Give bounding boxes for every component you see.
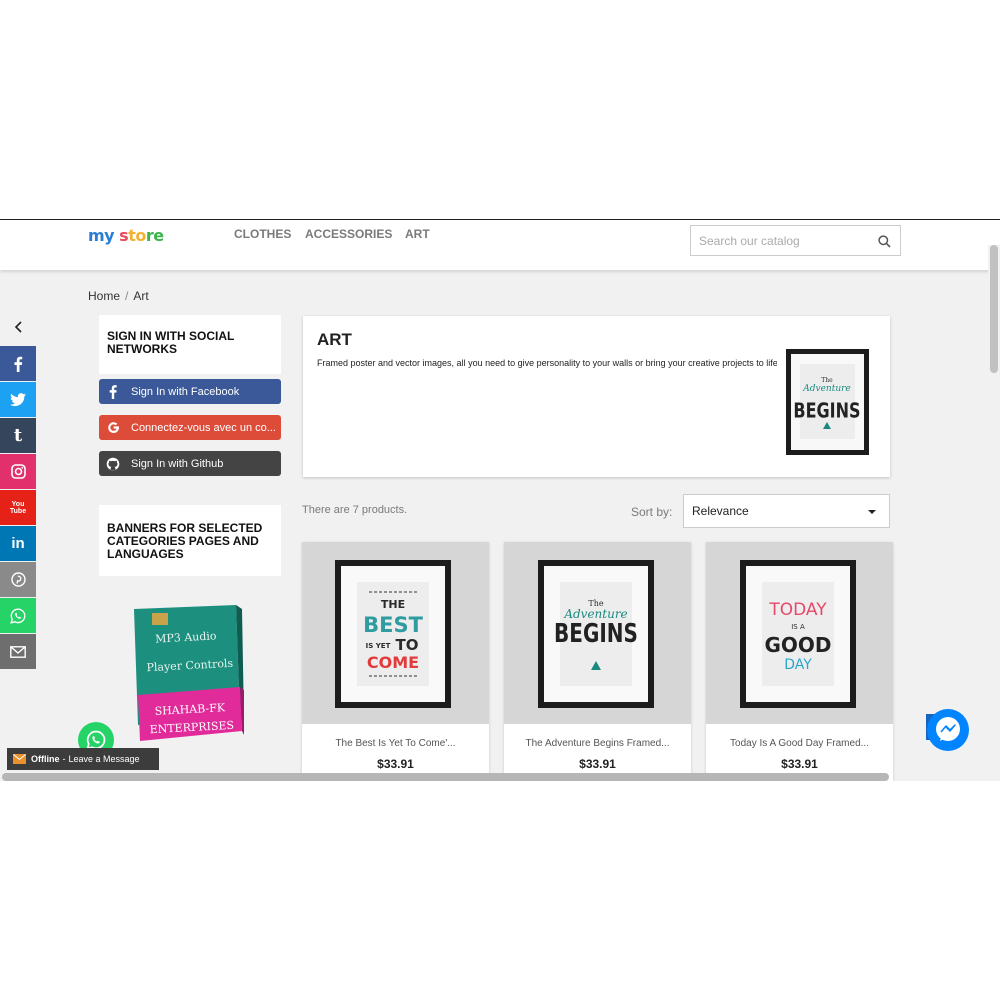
poster-small-text: The bbox=[821, 377, 833, 384]
product-name[interactable]: The Best Is Yet To Come'... bbox=[302, 738, 489, 749]
twitter-icon[interactable] bbox=[0, 382, 36, 417]
google-login-button[interactable]: Connectez-vous avec un co... bbox=[99, 415, 281, 440]
youtube-icon[interactable]: You Tube bbox=[0, 490, 36, 525]
social-login-title: SIGN IN WITH SOCIAL NETWORKS bbox=[107, 329, 235, 356]
breadcrumb-separator: / bbox=[125, 289, 129, 303]
category-image: The Adventure BEGINS bbox=[786, 349, 869, 455]
nav-accessories[interactable]: ACCESSORIES bbox=[305, 227, 392, 241]
search-box bbox=[690, 225, 901, 256]
google-login-label: Connectez-vous avec un co... bbox=[131, 421, 276, 434]
product-price: $33.91 bbox=[781, 757, 818, 771]
facebook-login-button[interactable]: Sign In with Facebook bbox=[99, 379, 281, 404]
social-share-bar: t You Tube in bbox=[0, 346, 36, 670]
breadcrumb-home[interactable]: Home bbox=[88, 289, 120, 303]
browser-viewport: my store CLOTHES ACCESSORIES ART Home / Ar… bbox=[0, 219, 1000, 781]
github-login-button[interactable]: Sign In with Github bbox=[99, 451, 281, 476]
product-name[interactable]: The Adventure Begins Framed... bbox=[504, 738, 691, 749]
poster-script-text: Adventure bbox=[802, 384, 851, 394]
site-header: my store CLOTHES ACCESSORIES ART bbox=[0, 220, 1000, 270]
envelope-icon bbox=[13, 754, 26, 764]
poster-big-text: BEGINS bbox=[554, 618, 638, 648]
poster-line-4: TO bbox=[396, 636, 419, 654]
chat-status: Offline bbox=[31, 754, 60, 764]
github-login-label: Sign In with Github bbox=[131, 457, 224, 470]
whatsapp-icon bbox=[86, 730, 106, 750]
github-icon bbox=[105, 457, 121, 471]
chat-message: Leave a Message bbox=[68, 754, 140, 764]
product-name[interactable]: Today Is A Good Day Framed... bbox=[706, 738, 893, 749]
tumblr-icon[interactable]: t bbox=[0, 418, 36, 453]
product-image[interactable]: THE BEST IS YET TO COME bbox=[302, 542, 489, 724]
whatsapp-icon[interactable] bbox=[0, 598, 36, 633]
caret-down-icon bbox=[868, 510, 876, 514]
poster-line-4: DAY bbox=[784, 657, 812, 673]
poster-line-2: IS A bbox=[791, 623, 805, 631]
product-price: $33.91 bbox=[579, 757, 616, 771]
poster-big-text: BEGINS bbox=[793, 400, 860, 423]
banners-widget: BANNERS FOR SELECTED CATEGORIES PAGES AN… bbox=[99, 505, 281, 576]
sort-value: Relevance bbox=[692, 504, 749, 518]
nav-art[interactable]: ART bbox=[405, 227, 430, 241]
category-title: ART bbox=[317, 330, 352, 349]
category-header: ART Framed poster and vector images, all… bbox=[303, 316, 890, 477]
poster-line-5: COME bbox=[367, 653, 419, 672]
pinterest-icon[interactable] bbox=[0, 562, 36, 597]
facebook-icon bbox=[105, 384, 121, 399]
category-description: Framed poster and vector images, all you… bbox=[317, 358, 777, 368]
product-card[interactable]: THE BEST IS YET TO COME The Best Is Yet … bbox=[302, 542, 489, 781]
vertical-scrollbar-thumb[interactable] bbox=[990, 245, 998, 373]
product-image[interactable]: The Adventure BEGINS bbox=[504, 542, 691, 724]
product-card[interactable]: The Adventure BEGINS The Adventure Begin… bbox=[504, 542, 691, 781]
product-card[interactable]: TODAY IS A GOOD DAY Today Is A Good Day … bbox=[706, 542, 893, 781]
product-count: There are 7 products. bbox=[302, 504, 408, 516]
promo-box-image[interactable]: MP3 Audio Player Controls SHAHAB-FK ENTE… bbox=[134, 605, 246, 745]
email-icon[interactable] bbox=[0, 634, 36, 669]
poster-line-1: THE bbox=[381, 598, 405, 611]
poster-line-2: BEST bbox=[363, 613, 423, 637]
sort-dropdown[interactable]: Relevance bbox=[683, 494, 890, 528]
instagram-icon[interactable] bbox=[0, 454, 36, 489]
banners-title: BANNERS FOR SELECTED CATEGORIES PAGES AN… bbox=[107, 521, 263, 561]
nav-clothes[interactable]: CLOTHES bbox=[234, 227, 291, 241]
messenger-chat-button[interactable] bbox=[926, 708, 970, 752]
chat-separator: - bbox=[62, 754, 66, 764]
facebook-icon[interactable] bbox=[0, 346, 36, 381]
poster-line-3: IS YET bbox=[366, 642, 391, 650]
facebook-login-label: Sign In with Facebook bbox=[131, 385, 240, 398]
horizontal-scrollbar[interactable] bbox=[0, 772, 988, 781]
store-logo[interactable]: my store bbox=[88, 226, 164, 245]
breadcrumb-current: Art bbox=[133, 289, 149, 303]
product-image[interactable]: TODAY IS A GOOD DAY bbox=[706, 542, 893, 724]
product-price: $33.91 bbox=[377, 757, 414, 771]
social-login-widget: SIGN IN WITH SOCIAL NETWORKS bbox=[99, 315, 281, 374]
search-input[interactable] bbox=[691, 226, 861, 255]
search-icon[interactable] bbox=[878, 235, 891, 248]
chevron-left-icon[interactable] bbox=[12, 320, 26, 334]
poster-line-1: TODAY bbox=[768, 600, 827, 620]
poster-line-3: GOOD bbox=[764, 633, 831, 657]
offline-chat-bar[interactable]: Offline - Leave a Message bbox=[7, 748, 159, 770]
horizontal-scrollbar-thumb[interactable] bbox=[2, 773, 889, 781]
breadcrumb: Home / Art bbox=[88, 289, 149, 303]
vertical-scrollbar[interactable] bbox=[988, 245, 1000, 781]
sort-label: Sort by: bbox=[631, 505, 673, 519]
google-icon bbox=[105, 421, 121, 434]
linkedin-icon[interactable]: in bbox=[0, 526, 36, 561]
